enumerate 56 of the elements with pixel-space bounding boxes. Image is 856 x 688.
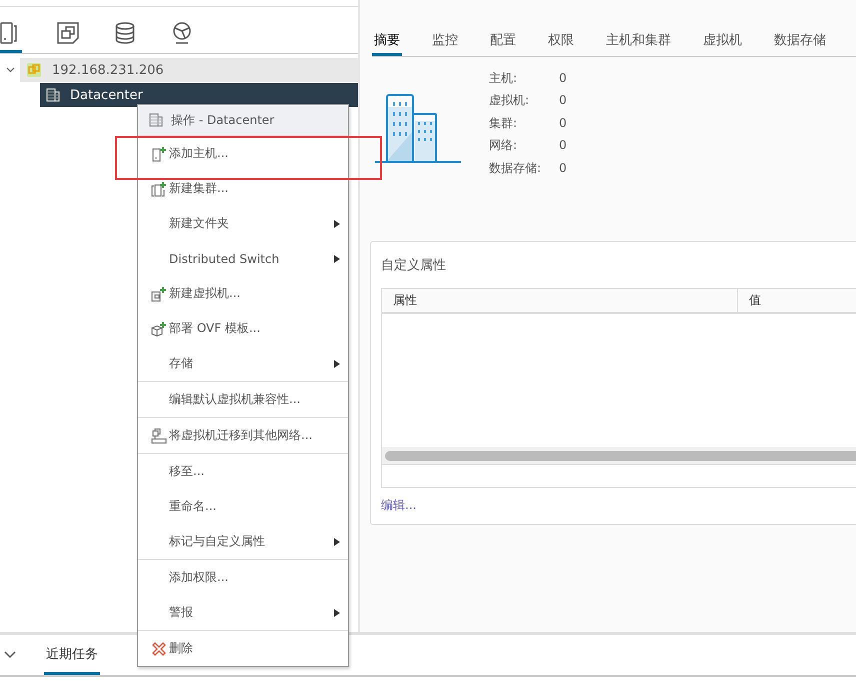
- tab[interactable]: 主机和集群: [604, 26, 673, 56]
- menu-item[interactable]: 新建集群...: [138, 171, 348, 206]
- menu-item[interactable]: 新建虚拟机...: [138, 276, 348, 311]
- delete-icon: [151, 640, 167, 656]
- vm-add-icon: [151, 286, 167, 302]
- host-add-icon: [151, 146, 167, 162]
- globe-icon: [171, 22, 193, 44]
- stat-label: 网络:: [489, 137, 518, 154]
- tab[interactable]: 近期任务: [44, 635, 100, 675]
- chevron-down-icon[interactable]: [4, 650, 16, 658]
- menu-item[interactable]: 移至...: [138, 454, 348, 489]
- chevron-down-icon[interactable]: [6, 67, 14, 73]
- tab[interactable]: 摘要: [372, 26, 402, 56]
- tab[interactable]: 配置: [488, 26, 518, 56]
- menu-item[interactable]: 重命名...: [138, 489, 348, 524]
- column-header[interactable]: 属性: [382, 289, 738, 312]
- column-header[interactable]: 值: [738, 289, 761, 312]
- tree-item[interactable]: Datacenter: [40, 83, 358, 107]
- stat-value: 0: [559, 160, 567, 177]
- stat-label: 主机:: [489, 70, 518, 87]
- menu-item[interactable]: 删除: [138, 631, 348, 666]
- vcenter-icon: [26, 62, 42, 78]
- stat-value: 0: [559, 114, 567, 132]
- stat-label: 数据存储:: [489, 160, 542, 177]
- tab[interactable]: 权限: [546, 26, 576, 56]
- menu-item[interactable]: 新建文件夹: [138, 206, 348, 241]
- menu-item[interactable]: 添加主机...: [138, 136, 348, 171]
- menu-item[interactable]: Distributed Switch: [138, 241, 348, 276]
- tab[interactable]: 虚拟机: [701, 26, 744, 56]
- tree-item[interactable]: 192.168.231.206: [20, 58, 358, 82]
- menu-item[interactable]: 添加权限...: [138, 560, 348, 595]
- card-title: 自定义属性: [381, 257, 447, 274]
- menu-item[interactable]: 部署 OVF 模板...: [138, 311, 348, 346]
- building-icon: [46, 88, 60, 102]
- network-migrate-icon: [151, 428, 167, 444]
- edit-link[interactable]: 编辑...: [381, 497, 416, 514]
- vms-icon: [57, 22, 79, 44]
- stat-value: 0: [559, 137, 567, 154]
- stat-label: 集群:: [489, 114, 518, 132]
- menu-item[interactable]: 将虚拟机迁移到其他网络...: [138, 418, 348, 453]
- tab[interactable]: 数据存储: [772, 26, 828, 56]
- building-icon: [149, 113, 163, 127]
- database-icon: [115, 22, 135, 44]
- stat-value: 0: [559, 92, 567, 110]
- stat-label: 虚拟机:: [489, 92, 530, 110]
- cluster-add-icon: [151, 180, 167, 196]
- host-icon: [0, 22, 18, 44]
- menu-item[interactable]: 标记与自定义属性: [138, 524, 348, 559]
- tab[interactable]: 监控: [430, 26, 460, 56]
- stat-value: 0: [559, 70, 567, 87]
- scrollbar-thumb[interactable]: [385, 450, 856, 460]
- menu-item[interactable]: 警报: [138, 595, 348, 630]
- menu-item[interactable]: 存储: [138, 346, 348, 381]
- menu-title: 操作 - Datacenter: [171, 112, 274, 128]
- package-add-icon: [151, 320, 167, 336]
- menu-item[interactable]: 编辑默认虚拟机兼容性...: [138, 382, 348, 417]
